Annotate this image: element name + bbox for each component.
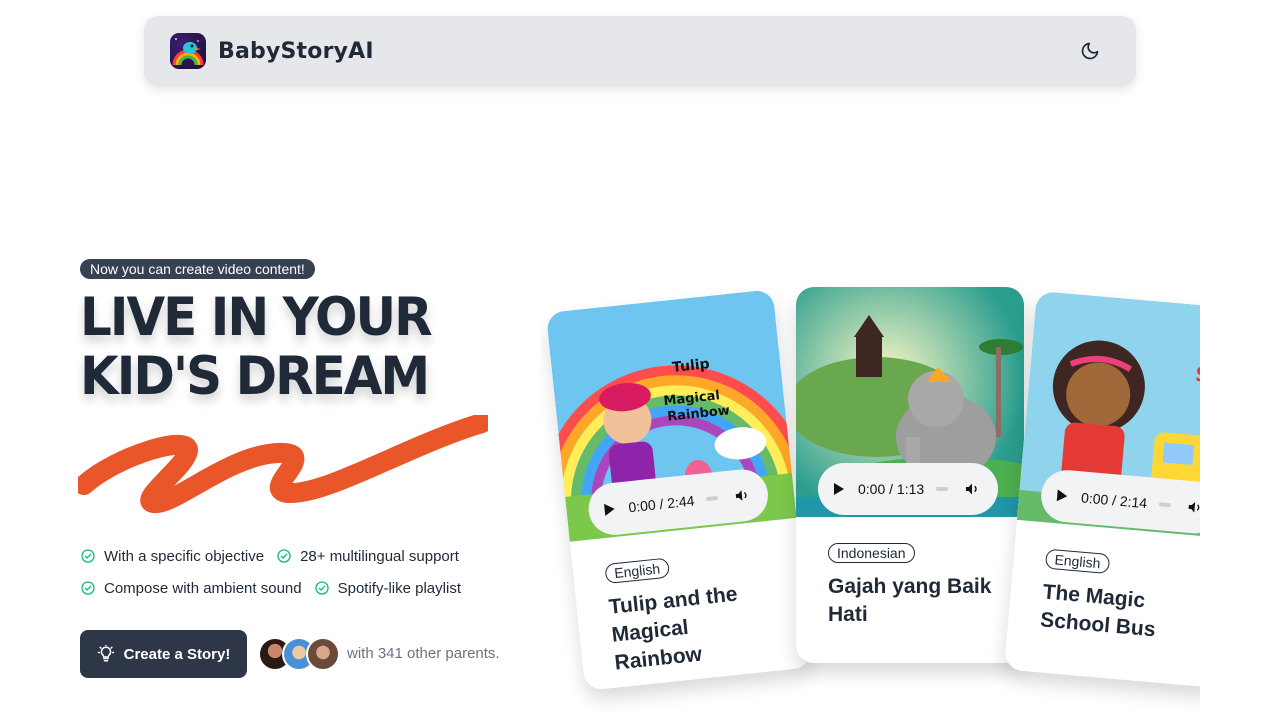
language-tag: Indonesian <box>828 543 915 563</box>
feature-list: With a specific objective 28+ multilingu… <box>80 545 500 609</box>
feature-item: With a specific objective <box>80 548 264 565</box>
lightbulb-icon <box>97 645 114 662</box>
language-tag: English <box>1044 548 1111 575</box>
feature-item: Spotify-like playlist <box>314 580 461 597</box>
check-circle-icon <box>81 581 95 595</box>
audio-time: 0:00 / 1:13 <box>858 481 925 497</box>
story-card[interactable]: Mag Schoo 0:00 / 2:14 English The Magic … <box>1003 290 1200 690</box>
audio-player[interactable]: 0:00 / 1:13 <box>818 463 998 515</box>
create-story-button[interactable]: Create a Story! <box>80 630 247 678</box>
story-card[interactable]: 0:00 / 1:13 Indonesian Gajah yang Baik H… <box>796 287 1024 663</box>
parent-avatars <box>258 637 340 671</box>
social-proof-text: with 341 other parents. <box>347 645 500 662</box>
audio-progress-bar[interactable] <box>936 487 949 491</box>
feature-label: Spotify-like playlist <box>337 579 461 597</box>
check-circle-icon <box>81 549 95 563</box>
play-icon[interactable] <box>604 502 616 516</box>
audio-progress-bar[interactable] <box>706 495 719 502</box>
check-circle-icon <box>314 581 329 595</box>
brand-name[interactable]: BabyStoryAI <box>218 39 374 64</box>
headline-line-1: Live in your <box>80 286 433 348</box>
create-story-label: Create a Story! <box>123 645 231 663</box>
check-circle-icon <box>277 549 291 563</box>
avatar <box>306 637 340 671</box>
brush-stroke-decoration <box>78 415 488 514</box>
volume-icon[interactable] <box>733 487 751 505</box>
volume-icon[interactable] <box>964 481 980 497</box>
feature-item: Compose with ambient sound <box>80 580 302 597</box>
play-icon[interactable] <box>834 483 844 495</box>
navbar: BabyStoryAI <box>144 16 1136 86</box>
moon-icon <box>1081 42 1099 60</box>
hero-headline: Live in your kid's dream <box>80 288 500 406</box>
headline-line-2: kid's dream <box>80 345 430 407</box>
announcement-badge: Now you can create video content! <box>80 259 315 279</box>
feature-label: With a specific objective <box>104 547 265 565</box>
story-title: The Magic School Bus <box>1039 580 1157 642</box>
story-title: Tulip and the Magical Rainbow <box>607 582 739 675</box>
feature-label: Compose with ambient sound <box>104 579 302 597</box>
audio-time: 0:00 / 2:44 <box>627 492 696 516</box>
story-title: Gajah yang Baik Hati <box>828 575 992 626</box>
story-card[interactable]: Tulip Magical Rainbow 0:00 / 2:44 Englis… <box>545 289 813 691</box>
feature-item: 28+ multilingual support <box>276 548 459 565</box>
feature-label: 28+ multilingual support <box>300 547 459 565</box>
theme-toggle-button[interactable] <box>1070 31 1110 71</box>
volume-icon[interactable] <box>1186 499 1200 516</box>
audio-progress-bar[interactable] <box>1158 502 1172 508</box>
audio-time: 0:00 / 2:14 <box>1080 489 1148 512</box>
logo-icon[interactable] <box>170 33 206 69</box>
play-icon[interactable] <box>1056 489 1068 503</box>
story-carousel: Tulip Magical Rainbow 0:00 / 2:44 Englis… <box>540 270 1200 720</box>
language-tag: English <box>604 557 671 585</box>
